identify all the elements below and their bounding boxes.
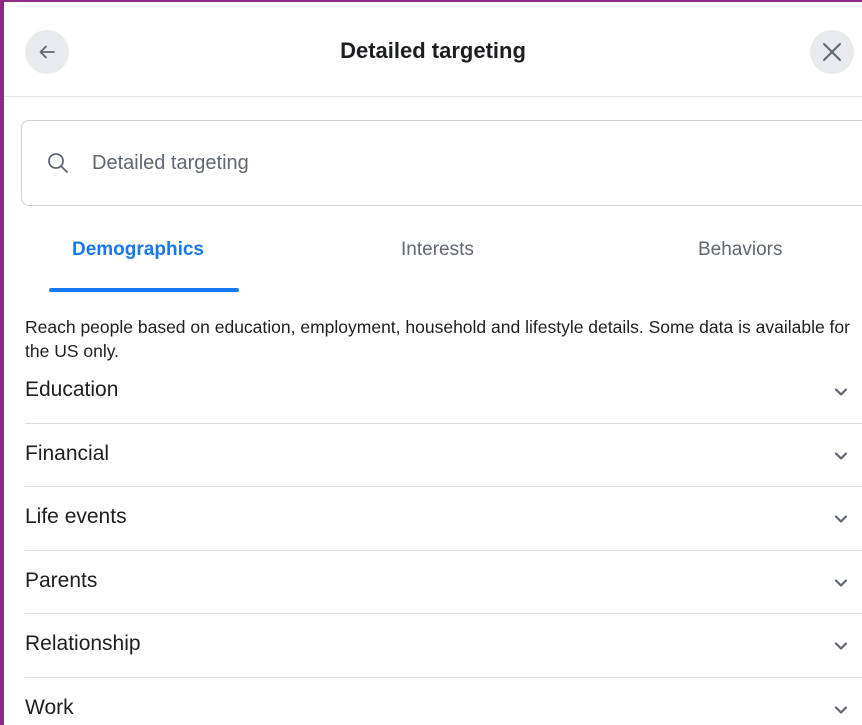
chevron-down-icon: [834, 705, 848, 714]
active-tab-indicator: [49, 288, 239, 292]
tab-description: Reach people based on education, employm…: [25, 317, 850, 361]
chevron-down-icon: [834, 578, 848, 587]
category-relationship[interactable]: Relationship: [25, 614, 862, 678]
tab-behaviors[interactable]: Behaviors: [698, 239, 783, 261]
page-title: Detailed targeting: [340, 38, 526, 63]
category-financial[interactable]: Financial: [25, 424, 862, 487]
chevron-down-icon: [834, 388, 848, 396]
close-icon: [823, 43, 841, 61]
category-label: Financial: [25, 441, 110, 465]
search-icon: [46, 151, 70, 175]
category-list: Education Financial Life events Parents …: [4, 360, 862, 725]
search-box[interactable]: [21, 120, 862, 206]
tab-demographics[interactable]: Demographics: [72, 239, 204, 261]
close-button[interactable]: [810, 30, 854, 74]
category-label: Parents: [25, 568, 98, 592]
panel-header: Detailed targeting: [4, 2, 862, 97]
category-education[interactable]: Education: [25, 360, 862, 424]
chevron-down-icon: [834, 515, 848, 523]
category-label: Work: [25, 695, 74, 719]
category-label: Relationship: [25, 632, 141, 655]
category-life-events[interactable]: Life events: [25, 487, 862, 551]
category-label: Life events: [25, 505, 127, 528]
chevron-down-icon: [834, 642, 848, 650]
detailed-targeting-panel: Detailed targeting Demographics Interest…: [0, 0, 862, 725]
chevron-down-icon: [834, 451, 848, 460]
category-label: Education: [25, 378, 119, 401]
search-input[interactable]: [92, 147, 792, 179]
tab-bar: Demographics Interests Behaviors: [4, 227, 862, 293]
category-parents[interactable]: Parents: [25, 551, 862, 614]
tab-interests[interactable]: Interests: [401, 239, 474, 261]
category-work[interactable]: Work: [25, 678, 862, 725]
